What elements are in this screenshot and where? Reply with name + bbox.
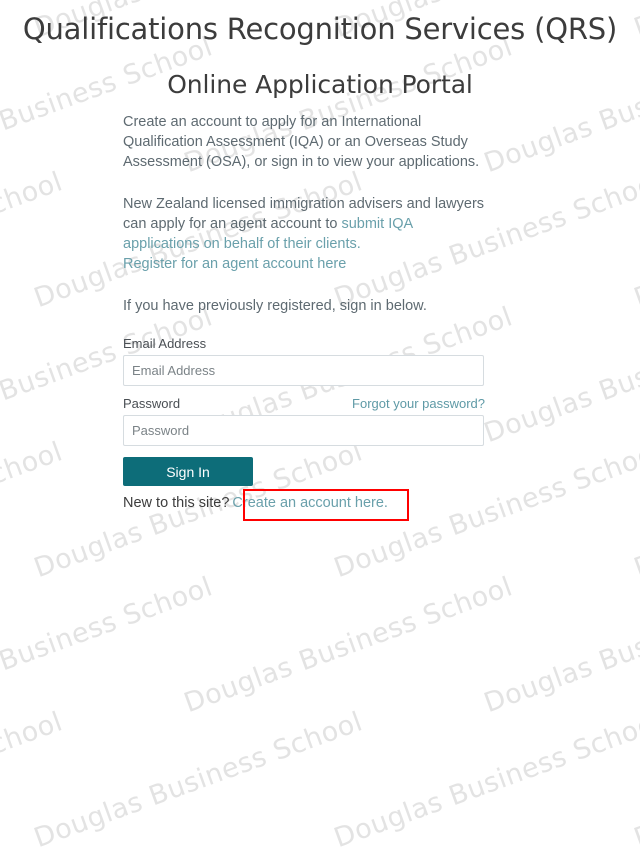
sign-in-button[interactable]: Sign In bbox=[123, 457, 253, 486]
agent-paragraph-text: New Zealand licensed immigration adviser… bbox=[123, 196, 485, 232]
email-label-row: Email Address bbox=[123, 336, 485, 351]
page-title: Qualifications Recognition Services (QRS… bbox=[22, 12, 618, 46]
watermark-text: Douglas Business School bbox=[0, 571, 217, 719]
watermark-text: Douglas Business School bbox=[30, 706, 367, 854]
page-container: Qualifications Recognition Services (QRS… bbox=[0, 0, 640, 531]
watermark-text: Douglas Business School bbox=[0, 706, 67, 854]
create-account-link[interactable]: Create an account here. bbox=[232, 495, 388, 511]
signup-prompt: New to this site? bbox=[123, 495, 230, 511]
agent-paragraph: New Zealand licensed immigration adviser… bbox=[123, 194, 485, 274]
signin-note: If you have previously registered, sign … bbox=[123, 298, 427, 314]
intro-paragraph: Create an account to apply for an Intern… bbox=[123, 114, 480, 170]
password-input[interactable] bbox=[123, 415, 484, 446]
signup-row: New to this site? Create an account here. bbox=[123, 495, 485, 511]
content-column: Create an account to apply for an Intern… bbox=[123, 112, 485, 511]
watermark-text: Douglas Business School bbox=[630, 706, 640, 854]
email-input[interactable] bbox=[123, 355, 484, 386]
password-label: Password bbox=[123, 396, 181, 411]
password-label-row: Password Forgot your password? bbox=[123, 396, 485, 411]
email-label: Email Address bbox=[123, 336, 207, 351]
page-subtitle: Online Application Portal bbox=[167, 70, 473, 99]
watermark-text: Douglas Business School bbox=[480, 571, 640, 720]
email-field-block: Email Address bbox=[123, 336, 485, 386]
watermark-text: Douglas Business School bbox=[330, 706, 640, 854]
register-agent-account-link[interactable]: Register for an agent account here bbox=[123, 256, 346, 272]
forgot-password-link[interactable]: Forgot your password? bbox=[352, 396, 485, 411]
watermark-text: Douglas Business School bbox=[180, 571, 517, 720]
password-field-block: Password Forgot your password? bbox=[123, 396, 485, 446]
